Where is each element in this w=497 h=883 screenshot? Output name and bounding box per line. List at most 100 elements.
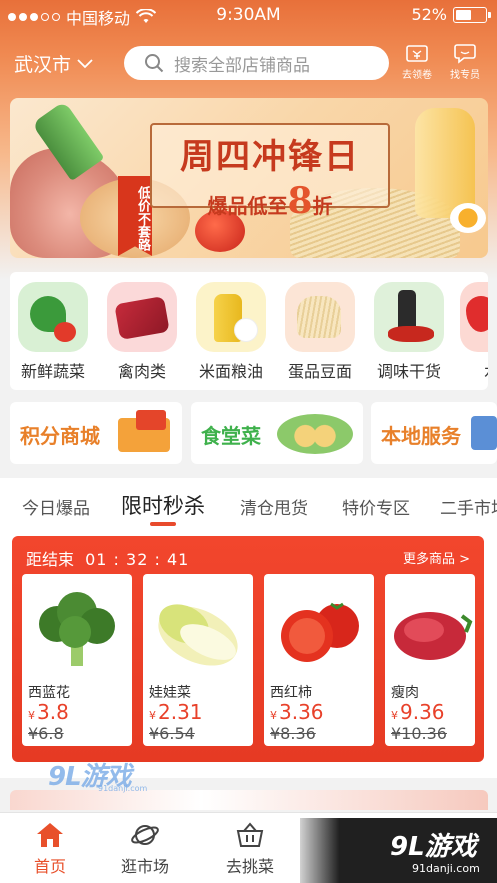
oil-bottle-image xyxy=(415,108,475,218)
countdown-timer: 01 : 32 : 41 xyxy=(85,550,190,569)
tomato-image xyxy=(269,586,369,676)
price-value: 3.8 xyxy=(37,700,69,724)
product-card[interactable]: 瘦肉 ¥9.36 ¥10.36 xyxy=(385,574,475,746)
banner-discount-number: 8 xyxy=(287,180,313,222)
tab-flash-sale[interactable]: 限时秒杀 xyxy=(121,490,205,520)
watermark-banner: 9L游戏 91danji.com xyxy=(300,818,497,883)
battery-icon xyxy=(453,6,491,23)
category-label: 水 xyxy=(460,358,488,382)
dumplings-icon xyxy=(291,424,339,448)
banner-subtitle: 爆品低至8折 xyxy=(152,180,388,222)
category-grain-oil[interactable]: 米面粮油 xyxy=(196,282,266,382)
chevron-down-icon xyxy=(77,58,93,68)
watermark-logo: 9L游戏 91danji.com xyxy=(48,756,148,796)
more-products-link[interactable]: 更多商品 > xyxy=(403,548,470,567)
agent-label: 找专员 xyxy=(450,70,480,81)
banner-title-box: 周四冲锋日 爆品低至8折 xyxy=(150,123,390,222)
header: 武汉市 搜索全部店铺商品 去领卷 找专员 xyxy=(0,40,497,86)
product-name: 西蓝花 xyxy=(28,685,70,701)
currency-symbol: ¥ xyxy=(28,709,35,722)
vegetables-icon xyxy=(18,282,88,352)
category-label: 禽肉类 xyxy=(117,362,166,381)
egg-image xyxy=(450,203,486,233)
product-price: ¥9.36 xyxy=(391,700,445,724)
napa-cabbage-image xyxy=(148,586,248,676)
service-icon xyxy=(471,416,497,450)
banner-subtitle-prefix: 爆品低至 xyxy=(207,194,288,218)
tab-second-hand[interactable]: 二手市场 xyxy=(440,494,497,519)
planet-icon xyxy=(131,825,159,845)
nav-home[interactable]: 首页 xyxy=(10,821,90,877)
price-value: 9.36 xyxy=(400,700,445,724)
original-price: ¥10.36 xyxy=(391,724,447,743)
search-icon xyxy=(145,54,164,73)
active-tab-indicator xyxy=(150,522,176,526)
seasoning-icon xyxy=(374,282,444,352)
countdown: 距结束 01 : 32 : 41 xyxy=(26,546,189,570)
category-meat[interactable]: 禽肉类 xyxy=(107,282,177,382)
watermark-url: 91danji.com xyxy=(412,862,480,875)
category-fruit[interactable]: 水 xyxy=(460,282,488,382)
noodle-icon xyxy=(285,282,355,352)
nav-market[interactable]: 逛市场 xyxy=(105,821,185,877)
tab-special-price[interactable]: 特价专区 xyxy=(342,494,410,519)
product-card[interactable]: 西红柿 ¥3.36 ¥8.36 xyxy=(264,574,374,746)
status-bar: 中国移动 9:30AM 52% xyxy=(0,0,497,30)
banner-title: 周四冲锋日 xyxy=(180,137,360,177)
local-service-card[interactable]: 本地服务 xyxy=(371,402,497,464)
points-mall-label: 积分商城 xyxy=(20,424,100,448)
tab-clearance[interactable]: 清仓甩货 xyxy=(240,494,308,519)
lean-meat-image xyxy=(390,586,474,676)
strawberry-icon xyxy=(460,282,488,352)
red-envelope-icon xyxy=(136,410,166,430)
category-label: 调味干货 xyxy=(376,362,441,381)
category-seasoning[interactable]: 调味干货 xyxy=(374,282,444,382)
agent-button[interactable]: 找专员 xyxy=(442,42,488,81)
currency-symbol: ¥ xyxy=(270,709,277,722)
category-label: 新鲜蔬菜 xyxy=(20,362,85,381)
price-value: 2.31 xyxy=(158,700,203,724)
countdown-label: 距结束 xyxy=(26,550,75,569)
basket-icon xyxy=(236,822,264,847)
home-icon xyxy=(37,823,63,847)
canteen-card[interactable]: 食堂菜 xyxy=(191,402,363,464)
category-label: 蛋品豆面 xyxy=(287,362,352,381)
coupon-icon xyxy=(406,45,428,62)
watermark-url: 91danji.com xyxy=(98,784,148,793)
product-card[interactable]: 娃娃菜 ¥2.31 ¥6.54 xyxy=(143,574,253,746)
nav-label: 逛市场 xyxy=(120,857,169,876)
original-price: ¥8.36 xyxy=(270,724,316,743)
product-card[interactable]: 西蓝花 ¥3.8 ¥6.8 xyxy=(22,574,132,746)
nav-pick-vegetables[interactable]: 去挑菜 xyxy=(210,821,290,877)
category-row: 新鲜蔬菜 禽肉类 米面粮油 蛋品豆面 调味干货 水 xyxy=(10,272,488,390)
nav-label: 去挑菜 xyxy=(225,857,274,876)
coupon-button[interactable]: 去领卷 xyxy=(394,42,440,81)
city-name: 武汉市 xyxy=(14,54,72,76)
currency-symbol: ¥ xyxy=(391,709,398,722)
price-value: 3.36 xyxy=(279,700,324,724)
watermark-text: 9L游戏 xyxy=(390,832,477,862)
flash-sale-section: 今日爆品 限时秒杀 清仓甩货 特价专区 二手市场 距结束 01 : 32 : 4… xyxy=(0,478,497,778)
city-selector[interactable]: 武汉市 xyxy=(14,50,93,77)
oil-icon xyxy=(196,282,266,352)
chat-bubble-icon xyxy=(454,44,476,64)
tab-today-hot[interactable]: 今日爆品 xyxy=(22,494,90,519)
meat-icon xyxy=(107,282,177,352)
currency-symbol: ¥ xyxy=(149,709,156,722)
product-name: 西红柿 xyxy=(270,685,312,701)
nav-label: 首页 xyxy=(33,857,66,876)
product-name: 瘦肉 xyxy=(391,685,419,701)
category-vegetables[interactable]: 新鲜蔬菜 xyxy=(18,282,88,382)
promo-banner[interactable]: 低价不套路 周四冲锋日 爆品低至8折 xyxy=(10,98,488,258)
product-price: ¥3.8 xyxy=(28,700,69,724)
category-egg-tofu[interactable]: 蛋品豆面 xyxy=(285,282,355,382)
battery-percent: 52% xyxy=(411,5,447,24)
canteen-label: 食堂菜 xyxy=(201,424,261,448)
banner-ribbon: 低价不套路 xyxy=(118,176,152,256)
points-mall-card[interactable]: 积分商城 xyxy=(10,402,182,464)
category-label: 米面粮油 xyxy=(198,362,263,381)
search-input[interactable]: 搜索全部店铺商品 xyxy=(124,46,389,80)
promo-cards: 积分商城 食堂菜 本地服务 xyxy=(10,402,497,464)
product-price: ¥3.36 xyxy=(270,700,324,724)
original-price: ¥6.54 xyxy=(149,724,195,743)
